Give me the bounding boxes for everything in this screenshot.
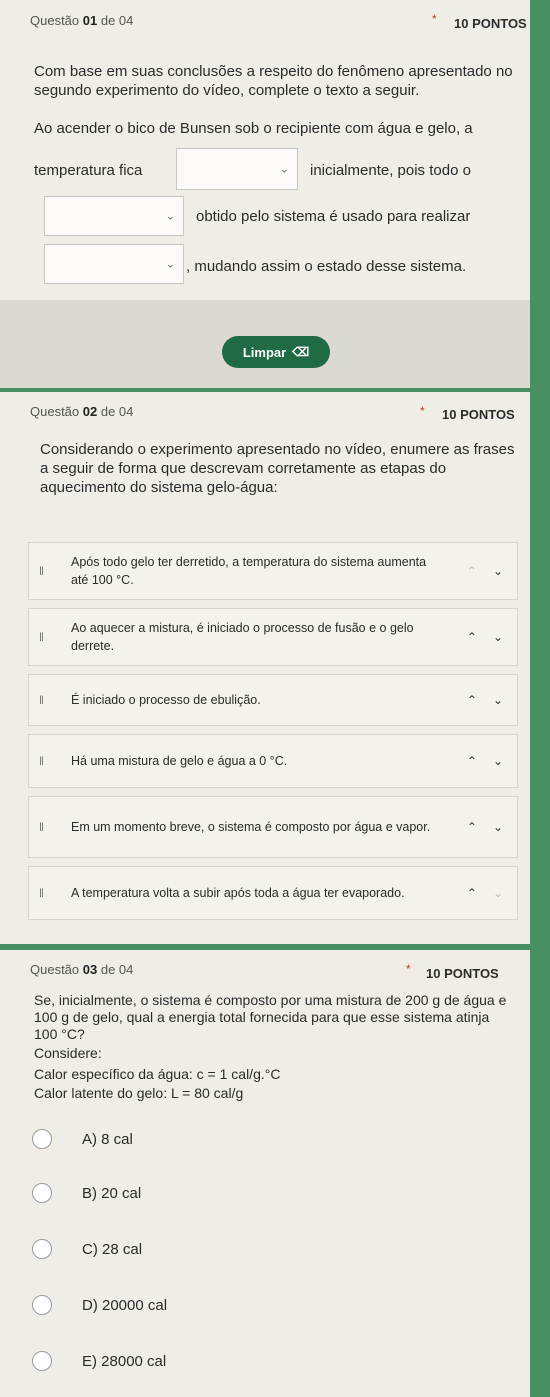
fill-text-line-2b: inicialmente, pois todo o — [310, 162, 471, 179]
order-item-text: Ao aquecer a mistura, é iniciado o proce… — [71, 621, 414, 653]
order-item-text: Em um momento breve, o sistema é compost… — [71, 820, 431, 834]
latent-heat-line: Calor latente do gelo: L = 80 cal/g — [34, 1085, 244, 1101]
blank-3-dropdown[interactable]: ⌄ — [44, 244, 184, 284]
chevron-up-icon[interactable]: ⌃ — [467, 693, 477, 707]
order-item-text: Há uma mistura de gelo e água a 0 °C. — [71, 754, 288, 768]
question-2-points: 10 PONTOS — [442, 407, 515, 422]
drag-handle-icon[interactable]: ‖ — [39, 886, 44, 900]
blank-1-dropdown[interactable]: ⌄ — [176, 148, 298, 190]
question-3-points: 10 PONTOS — [426, 966, 499, 981]
question-2-prompt: Considerando o experimento apresentado n… — [40, 441, 515, 496]
radio-icon[interactable] — [32, 1295, 52, 1315]
drag-handle-icon[interactable]: ‖ — [39, 820, 44, 834]
required-star: * — [420, 404, 425, 418]
chevron-up-icon[interactable]: ⌃ — [467, 630, 477, 644]
question-1-prompt: Com base em suas conclusões a respeito d… — [34, 63, 513, 99]
order-item-text: A temperatura volta a subir após toda a … — [71, 886, 405, 900]
required-star: * — [406, 962, 411, 976]
question-1-header: Questão 01 de 04 — [30, 13, 134, 28]
order-item-text: É iniciado o processo de ebulição. — [71, 693, 261, 707]
radio-icon[interactable] — [32, 1239, 52, 1259]
question-2-number: 02 — [82, 404, 98, 419]
option-d[interactable]: D) 20000 cal — [32, 1288, 167, 1322]
fill-text-line-2a: temperatura fica — [34, 162, 143, 179]
question-2-card: Questão 02 de 04 * 10 PONTOS Considerand… — [0, 392, 530, 944]
chevron-up-icon[interactable]: ⌃ — [467, 754, 477, 768]
order-item-1[interactable]: ‖ Após todo gelo ter derretido, a temper… — [28, 542, 518, 600]
considere-label: Considere: — [34, 1045, 102, 1061]
drag-handle-icon[interactable]: ‖ — [39, 630, 44, 644]
order-item-3[interactable]: ‖ É iniciado o processo de ebulição. ⌃ ⌄ — [28, 674, 518, 726]
question-3-number: 03 — [82, 962, 98, 977]
fill-text-line-4: , mudando assim o estado desse sistema. — [186, 258, 467, 275]
question-3-card: Questão 03 de 04 * 10 PONTOS Se, inicial… — [0, 950, 530, 1397]
chevron-down-icon[interactable]: ⌄ — [493, 564, 503, 578]
question-1-number: 01 — [82, 13, 98, 28]
drag-handle-icon[interactable]: ‖ — [39, 754, 44, 768]
question-2-header: Questão 02 de 04 — [30, 404, 134, 419]
option-d-label: D) 20000 cal — [82, 1296, 168, 1314]
chevron-down-icon: ⌄ — [279, 163, 289, 176]
required-star: * — [432, 12, 437, 26]
question-3-header: Questão 03 de 04 — [30, 962, 134, 977]
drag-handle-icon[interactable]: ‖ — [39, 693, 44, 707]
eraser-icon: ⌫ — [292, 345, 310, 359]
option-c[interactable]: C) 28 cal — [32, 1232, 142, 1266]
option-a-label: A) 8 cal — [82, 1130, 133, 1148]
fill-text-line-1: Ao acender o bico de Bunsen sob o recipi… — [34, 120, 473, 137]
drag-handle-icon[interactable]: ‖ — [39, 564, 44, 578]
radio-icon[interactable] — [32, 1183, 52, 1203]
option-e[interactable]: E) 28000 cal — [32, 1344, 166, 1378]
radio-icon[interactable] — [32, 1129, 52, 1149]
question-1-card: Questão 01 de 04 * 10 PONTOS Com base em… — [0, 0, 530, 300]
order-item-5[interactable]: ‖ Em um momento breve, o sistema é compo… — [28, 796, 518, 858]
question-1-points: 10 PONTOS — [454, 16, 527, 31]
chevron-down-icon[interactable]: ⌄ — [493, 820, 503, 834]
specific-heat-line: Calor específico da água: c = 1 cal/g.°C — [34, 1066, 281, 1082]
order-item-4[interactable]: ‖ Há uma mistura de gelo e água a 0 °C. … — [28, 734, 518, 788]
option-b[interactable]: B) 20 cal — [32, 1176, 141, 1210]
chevron-down-icon[interactable]: ⌄ — [493, 630, 503, 644]
chevron-down-icon[interactable]: ⌄ — [493, 754, 503, 768]
chevron-up-icon[interactable]: ⌃ — [467, 886, 477, 900]
chevron-up-icon[interactable]: ⌃ — [467, 820, 477, 834]
fill-text-line-3: obtido pelo sistema é usado para realiza… — [196, 208, 471, 225]
chevron-down-icon: ⌄ — [165, 258, 175, 271]
option-a[interactable]: A) 8 cal — [32, 1122, 133, 1156]
question-3-prompt: Se, inicialmente, o sistema é composto p… — [34, 992, 507, 1042]
radio-icon[interactable] — [32, 1351, 52, 1371]
order-item-2[interactable]: ‖ Ao aquecer a mistura, é iniciado o pro… — [28, 608, 518, 666]
blank-2-dropdown[interactable]: ⌄ — [44, 196, 184, 236]
order-item-6[interactable]: ‖ A temperatura volta a subir após toda … — [28, 866, 518, 920]
chevron-down-icon: ⌄ — [165, 210, 175, 223]
option-e-label: E) 28000 cal — [82, 1352, 167, 1370]
option-b-label: B) 20 cal — [82, 1184, 142, 1202]
chevron-down-icon: ⌄ — [492, 886, 503, 900]
clear-button[interactable]: Limpar ⌫ — [222, 336, 330, 368]
option-c-label: C) 28 cal — [82, 1240, 143, 1258]
order-item-text: Após todo gelo ter derretido, a temperat… — [71, 555, 427, 587]
chevron-down-icon[interactable]: ⌄ — [493, 693, 503, 707]
chevron-up-icon: ⌃ — [466, 564, 477, 578]
